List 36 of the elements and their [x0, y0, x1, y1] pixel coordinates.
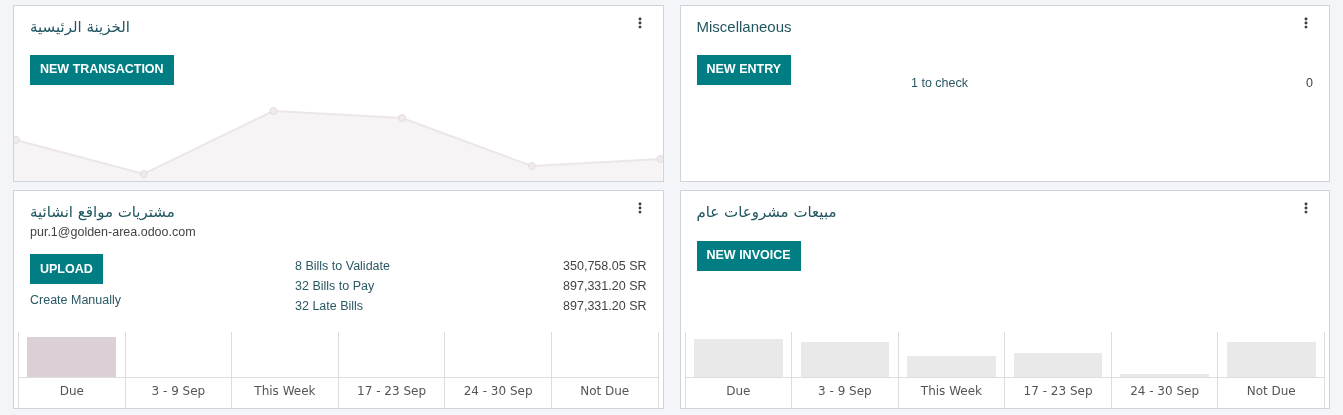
- stat-link[interactable]: 32 Bills to Pay: [295, 276, 375, 297]
- journal-title[interactable]: Miscellaneous: [696, 16, 792, 39]
- primary-button[interactable]: NEW TRANSACTION: [30, 54, 174, 85]
- graph-point: [269, 107, 278, 115]
- create-link[interactable]: Create Manually: [30, 291, 121, 310]
- graph-point: [139, 170, 148, 178]
- graph-label: 3 - 9 Sep: [817, 383, 873, 400]
- stat-value: 897,331.20 SR: [563, 298, 647, 316]
- graph-label: Not Due: [1245, 383, 1297, 400]
- graph-label: 17 - 23 Sep: [1022, 383, 1094, 400]
- stat-value: 897,331.20 SR: [563, 278, 647, 296]
- primary-button[interactable]: UPLOAD: [30, 254, 103, 285]
- graph-label: 17 - 23 Sep: [356, 383, 427, 400]
- graph-label: This Week: [919, 383, 984, 400]
- stat-value: 350,758.05 SR: [563, 258, 647, 276]
- graph-label: This Week: [253, 383, 317, 400]
- graph-label: 24 - 30 Sep: [1129, 383, 1201, 400]
- graph-point: [656, 155, 663, 163]
- stat-link[interactable]: 8 Bills to Validate: [295, 256, 390, 277]
- graph-point: [14, 136, 20, 144]
- graph-label: 3 - 9 Sep: [150, 383, 207, 400]
- stat-link[interactable]: 32 Late Bills: [295, 296, 364, 317]
- stat-value: 0: [1306, 74, 1313, 92]
- graph-label: Due: [725, 383, 752, 400]
- graph-label: Due: [58, 383, 85, 400]
- journal-title[interactable]: مبيعات مشروعات عام: [696, 201, 837, 224]
- primary-button[interactable]: NEW ENTRY: [696, 54, 792, 85]
- journal-title[interactable]: مشتريات مواقع انشائية: [30, 201, 175, 224]
- graph-point: [398, 114, 407, 122]
- stat-link[interactable]: 1 to check: [911, 72, 969, 93]
- graph-point: [527, 162, 536, 170]
- journal-title[interactable]: الخزينة الرئيسية: [30, 16, 130, 39]
- graph-label: 24 - 30 Sep: [462, 383, 534, 400]
- graph-label: Not Due: [579, 383, 631, 400]
- alias-email: pur.1@golden-area.odoo.com: [29, 223, 197, 241]
- primary-button[interactable]: NEW INVOICE: [696, 240, 801, 271]
